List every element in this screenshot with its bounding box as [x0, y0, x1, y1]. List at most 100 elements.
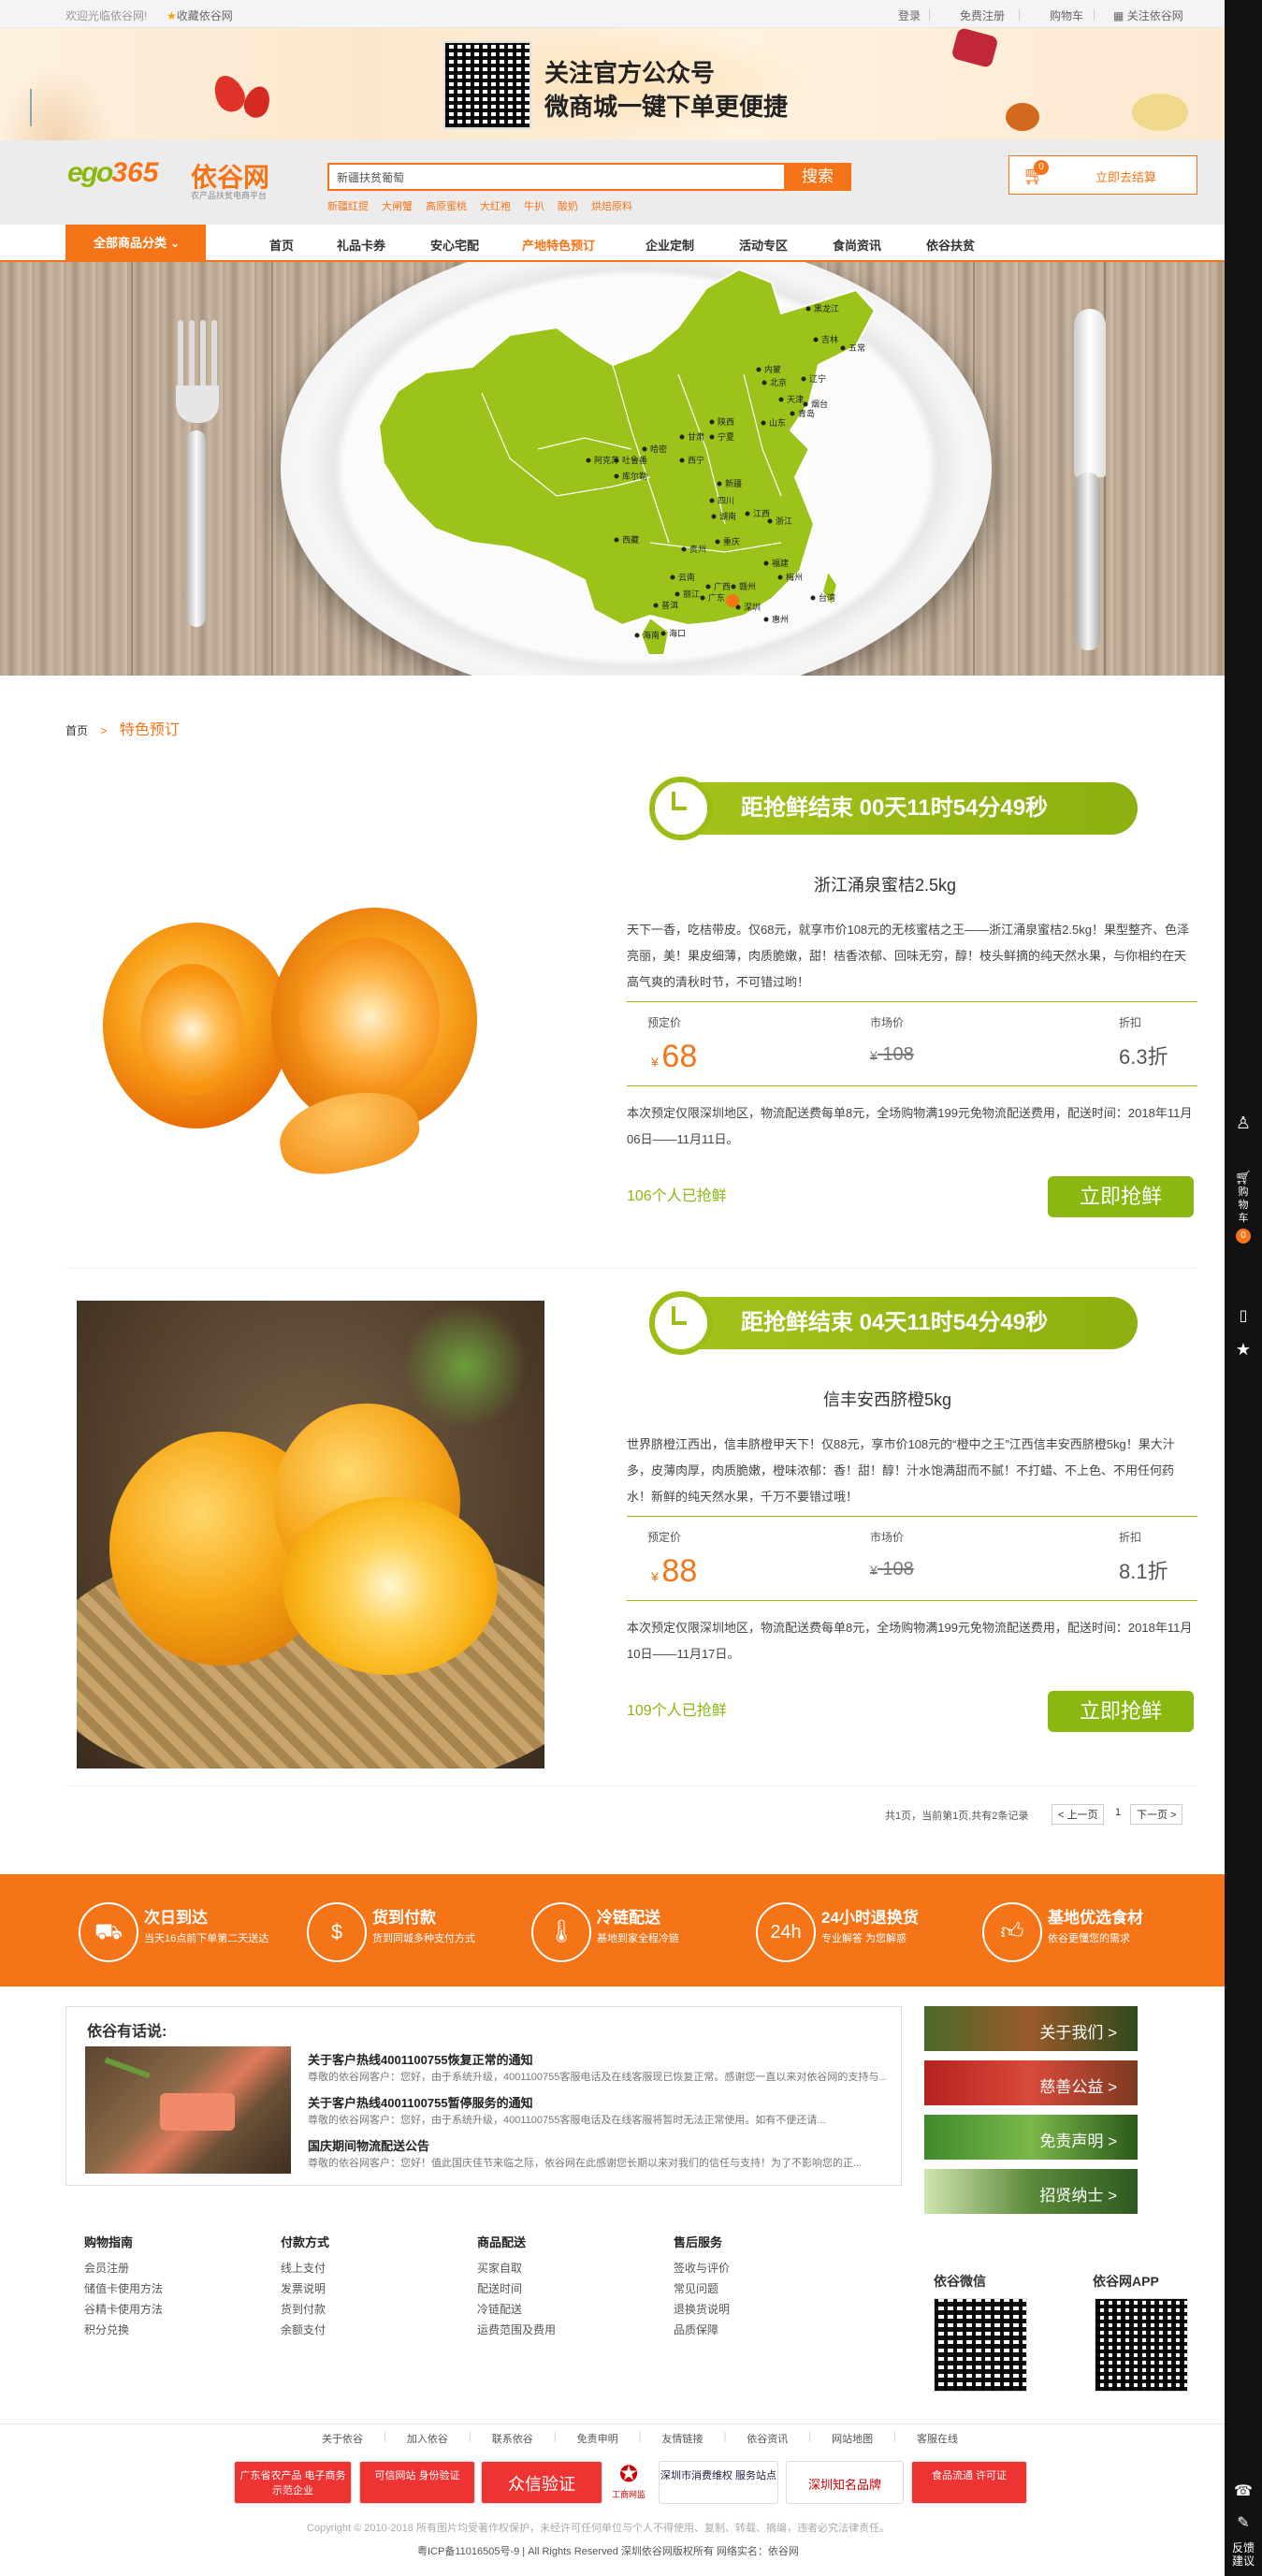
footer-link[interactable]: 加入依谷: [407, 2431, 448, 2446]
badge-trusted-site[interactable]: 可信网站 身份验证: [359, 2461, 475, 2504]
feedback-button[interactable]: 反馈建议: [1232, 2541, 1255, 2568]
map-label[interactable]: 西宁: [688, 455, 704, 466]
nav-item-poverty[interactable]: 依谷扶贫: [926, 236, 975, 254]
footer-link[interactable]: 依谷资讯: [747, 2431, 788, 2446]
nav-item-news[interactable]: 食尚资讯: [833, 236, 881, 254]
hot-keyword[interactable]: 大红袍: [480, 198, 511, 213]
sidebar-cart[interactable]: 🛒︎ 购物车 0: [1225, 1170, 1262, 1244]
breadcrumb-home[interactable]: 首页: [65, 724, 88, 737]
product-title[interactable]: 信丰安西脐橙5kg: [823, 1387, 951, 1411]
map-label[interactable]: 云南: [678, 572, 695, 583]
map-label[interactable]: 新疆: [725, 478, 742, 489]
footer-link[interactable]: 签收与评价: [674, 2258, 730, 2278]
next-page-button[interactable]: 下一页 >: [1130, 1804, 1183, 1825]
favorite-link[interactable]: ★收藏依谷网: [167, 7, 233, 23]
nav-item-events[interactable]: 活动专区: [739, 236, 788, 254]
news-item-title[interactable]: 关于客户热线4001100755恢复正常的通知: [308, 2050, 533, 2068]
map-label[interactable]: 普洱: [661, 600, 678, 611]
badge-agri-ecommerce[interactable]: 广东省农产品 电子商务示范企业: [234, 2461, 352, 2504]
badge-food-license[interactable]: 食品流通 许可证: [911, 2461, 1027, 2504]
buy-now-button[interactable]: 立即抢鲜: [1048, 1691, 1194, 1732]
map-label[interactable]: 库尔勒: [622, 471, 647, 482]
headset-icon[interactable]: ☎: [1225, 2481, 1262, 2500]
category-menu-button[interactable]: 全部商品分类 ⌄: [65, 225, 206, 262]
badge-famous-brand[interactable]: 深圳知名品牌: [786, 2461, 904, 2504]
footer-link[interactable]: 友情链接: [661, 2431, 703, 2446]
footer-link[interactable]: 运费范围及费用: [477, 2320, 556, 2340]
nav-item-preorder[interactable]: 产地特色预订: [522, 236, 595, 254]
side-link-careers[interactable]: 招贤纳士 >: [924, 2169, 1138, 2214]
logo[interactable]: ego365: [67, 157, 189, 191]
map-label[interactable]: 台湾: [819, 592, 835, 604]
map-label[interactable]: 海南: [643, 630, 660, 641]
badge-consumer-rights[interactable]: 深圳市消费维权 服务站点: [659, 2461, 778, 2504]
map-label[interactable]: 四川: [718, 497, 734, 506]
page-number[interactable]: 1: [1115, 1807, 1121, 1818]
map-label[interactable]: 五常: [849, 342, 865, 354]
hot-keyword[interactable]: 牛扒: [524, 198, 544, 213]
map-label[interactable]: 吐鲁番: [622, 455, 647, 466]
map-label[interactable]: 内蒙: [764, 364, 781, 375]
map-label[interactable]: 广西: [714, 581, 731, 592]
map-label[interactable]: 阿克苏: [594, 455, 619, 466]
map-label[interactable]: 北京: [770, 377, 787, 388]
map-label[interactable]: 梅州: [786, 572, 803, 583]
checkout-button[interactable]: 🛒︎ 0 立即去结算: [1008, 155, 1197, 195]
map-label[interactable]: 丽江: [683, 589, 700, 600]
news-item-title[interactable]: 关于客户热线4001100755暂停服务的通知: [308, 2093, 533, 2111]
footer-link[interactable]: 关于依谷: [322, 2431, 363, 2446]
map-label[interactable]: 江西: [753, 509, 770, 519]
map-label[interactable]: 重庆: [723, 536, 740, 547]
badge-zhongxin[interactable]: 众信验证: [481, 2461, 602, 2504]
footer-link[interactable]: 积分兑换: [84, 2320, 163, 2340]
side-link-charity[interactable]: 慈善公益 >: [924, 2060, 1138, 2105]
buy-now-button[interactable]: 立即抢鲜: [1048, 1176, 1194, 1217]
user-icon[interactable]: ♙: [1225, 1113, 1262, 1133]
map-label[interactable]: 惠州: [772, 614, 789, 625]
side-link-disclaimer[interactable]: 免责声明 >: [924, 2115, 1138, 2160]
hot-keyword[interactable]: 高原蜜桃: [426, 198, 467, 213]
badge-icbc-net[interactable]: ✪ 工商网监: [608, 2461, 649, 2504]
map-label[interactable]: 山东: [769, 417, 786, 429]
map-label[interactable]: 吉林: [821, 334, 838, 345]
nav-item-home[interactable]: 首页: [269, 236, 294, 254]
map-label[interactable]: 海口: [669, 628, 686, 639]
cart-link[interactable]: 购物车: [1050, 7, 1083, 23]
map-label[interactable]: 宁夏: [718, 431, 734, 443]
prev-page-button[interactable]: < 上一页: [1052, 1804, 1105, 1825]
nav-item-delivery[interactable]: 安心宅配: [430, 236, 479, 254]
side-link-about[interactable]: 关于我们 >: [924, 2006, 1138, 2051]
footer-link[interactable]: 发票说明: [281, 2278, 329, 2299]
feedback-icon[interactable]: ✎: [1225, 2513, 1262, 2532]
footer-link[interactable]: 买家自取: [477, 2258, 556, 2278]
hot-keyword[interactable]: 新疆红提: [327, 198, 369, 213]
promo-banner[interactable]: 关注官方公众号 微商城一键下单更便捷: [0, 28, 1225, 140]
hot-keyword[interactable]: 大闸蟹: [382, 198, 413, 213]
map-label[interactable]: 贵州: [689, 544, 706, 555]
map-label[interactable]: 辽宁: [809, 373, 826, 385]
follow-link[interactable]: ▦ 关注依谷网: [1113, 7, 1183, 23]
footer-link[interactable]: 联系依谷: [492, 2431, 533, 2446]
footer-link[interactable]: 储值卡使用方法: [84, 2278, 163, 2299]
footer-link[interactable]: 网站地图: [832, 2431, 873, 2446]
footer-link[interactable]: 余额支付: [281, 2320, 329, 2340]
search-input[interactable]: [329, 165, 778, 189]
register-link[interactable]: 免费注册: [960, 7, 1005, 23]
nav-item-gift-cards[interactable]: 礼品卡券: [337, 236, 385, 254]
map-label[interactable]: 福建: [772, 558, 789, 569]
map-label[interactable]: 湖南: [719, 511, 736, 522]
footer-link[interactable]: 常见问题: [674, 2278, 730, 2299]
product-image-tangerine[interactable]: [103, 889, 543, 1184]
map-label[interactable]: 赣州: [739, 581, 756, 592]
footer-link[interactable]: 客服在线: [917, 2431, 958, 2446]
product-image-orange[interactable]: [77, 1301, 544, 1768]
phone-icon[interactable]: ▯: [1225, 1306, 1262, 1325]
news-item-title[interactable]: 国庆期间物流配送公告: [308, 2136, 429, 2154]
hot-keyword[interactable]: 烘焙原料: [591, 198, 632, 213]
map-label[interactable]: 哈密: [650, 444, 667, 455]
login-link[interactable]: 登录: [898, 7, 921, 23]
map-label[interactable]: 广东: [708, 592, 725, 604]
search-button[interactable]: 搜索: [784, 163, 851, 191]
footer-link[interactable]: 退换货说明: [674, 2299, 730, 2320]
map-label[interactable]: 浙江: [776, 516, 792, 527]
